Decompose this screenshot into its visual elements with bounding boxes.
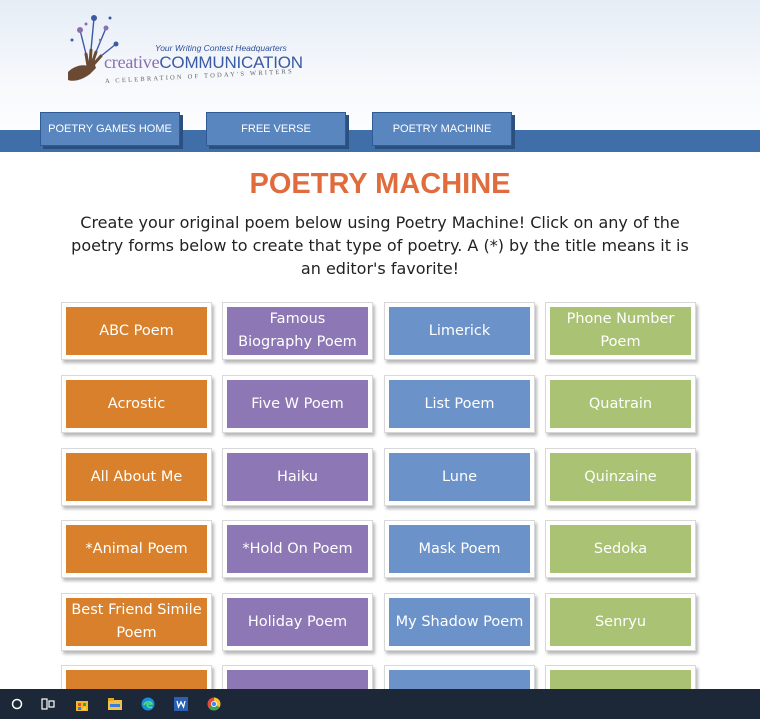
poem-form-label: List Poem bbox=[389, 380, 530, 428]
poem-form-label: Best Friend Simile Poem bbox=[66, 598, 207, 646]
poem-form-label: My Shadow Poem bbox=[389, 598, 530, 646]
poem-form-label: Five W Poem bbox=[227, 380, 368, 428]
poem-form-label: Quatrain bbox=[550, 380, 691, 428]
chrome-icon[interactable] bbox=[206, 697, 222, 711]
poem-form-label: Phone Number Poem bbox=[550, 307, 691, 355]
poem-form-label: Holiday Poem bbox=[227, 598, 368, 646]
poem-form-button-hold-on-poem[interactable]: *Hold On Poem bbox=[222, 520, 373, 578]
poem-form-button-limerick[interactable]: Limerick bbox=[384, 302, 535, 360]
poem-form-button-holiday-poem[interactable]: Holiday Poem bbox=[222, 593, 373, 651]
poem-form-button-lune[interactable]: Lune bbox=[384, 448, 535, 506]
poem-form-label: Famous Biography Poem bbox=[227, 307, 368, 355]
poem-form-button-best-friend-simile-poem[interactable]: Best Friend Simile Poem bbox=[61, 593, 212, 651]
poem-form-button-sedoka[interactable]: Sedoka bbox=[545, 520, 696, 578]
poem-form-button-all-about-me[interactable]: All About Me bbox=[61, 448, 212, 506]
poem-form-button-five-w-poem[interactable]: Five W Poem bbox=[222, 375, 373, 433]
nav-tab-poetry-machine[interactable]: POETRY MACHINE bbox=[372, 112, 512, 146]
creative-communication-logo[interactable]: Your Writing Contest Headquarters creati… bbox=[60, 10, 303, 100]
poem-form-button-animal-poem[interactable]: *Animal Poem bbox=[61, 520, 212, 578]
poem-form-button-famous-biography-poem[interactable]: Famous Biography Poem bbox=[222, 302, 373, 360]
poem-form-button-quatrain[interactable]: Quatrain bbox=[545, 375, 696, 433]
poem-form-button-abc-poem[interactable]: ABC Poem bbox=[61, 302, 212, 360]
page-title: POETRY MACHINE bbox=[249, 168, 511, 200]
poem-form-label: Senryu bbox=[550, 598, 691, 646]
poem-form-label: All About Me bbox=[66, 453, 207, 501]
poem-form-label: Acrostic bbox=[66, 380, 207, 428]
file-explorer-icon[interactable] bbox=[107, 697, 123, 711]
poem-form-label: Lune bbox=[389, 453, 530, 501]
task-view-icon[interactable] bbox=[40, 697, 56, 711]
poem-form-label: Mask Poem bbox=[389, 525, 530, 573]
poem-form-button-my-shadow-poem[interactable]: My Shadow Poem bbox=[384, 593, 535, 651]
poem-form-label: Sedoka bbox=[550, 525, 691, 573]
poem-form-label: Haiku bbox=[227, 453, 368, 501]
edge-icon[interactable] bbox=[140, 697, 156, 711]
nav-tab-free-verse[interactable]: FREE VERSE bbox=[206, 112, 346, 146]
poem-form-button-list-poem[interactable]: List Poem bbox=[384, 375, 535, 433]
poem-form-button-haiku[interactable]: Haiku bbox=[222, 448, 373, 506]
store-icon[interactable] bbox=[74, 697, 90, 711]
poem-form-label: Limerick bbox=[389, 307, 530, 355]
poem-form-label: Quinzaine bbox=[550, 453, 691, 501]
cortana-icon[interactable] bbox=[9, 697, 25, 711]
poem-form-label: ABC Poem bbox=[66, 307, 207, 355]
poem-form-label: *Hold On Poem bbox=[227, 525, 368, 573]
windows-taskbar bbox=[0, 689, 760, 719]
nav-tab-poetry-games-home[interactable]: POETRY GAMES HOME bbox=[40, 112, 180, 146]
poem-form-label: *Animal Poem bbox=[66, 525, 207, 573]
poem-form-button-senryu[interactable]: Senryu bbox=[545, 593, 696, 651]
poem-form-button-mask-poem[interactable]: Mask Poem bbox=[384, 520, 535, 578]
intro-text: Create your original poem below using Po… bbox=[71, 213, 689, 278]
word-icon[interactable] bbox=[173, 697, 189, 711]
poem-form-button-quinzaine[interactable]: Quinzaine bbox=[545, 448, 696, 506]
logo-word-creative: creative bbox=[104, 52, 160, 72]
poem-form-button-phone-number-poem[interactable]: Phone Number Poem bbox=[545, 302, 696, 360]
poem-form-button-acrostic[interactable]: Acrostic bbox=[61, 375, 212, 433]
